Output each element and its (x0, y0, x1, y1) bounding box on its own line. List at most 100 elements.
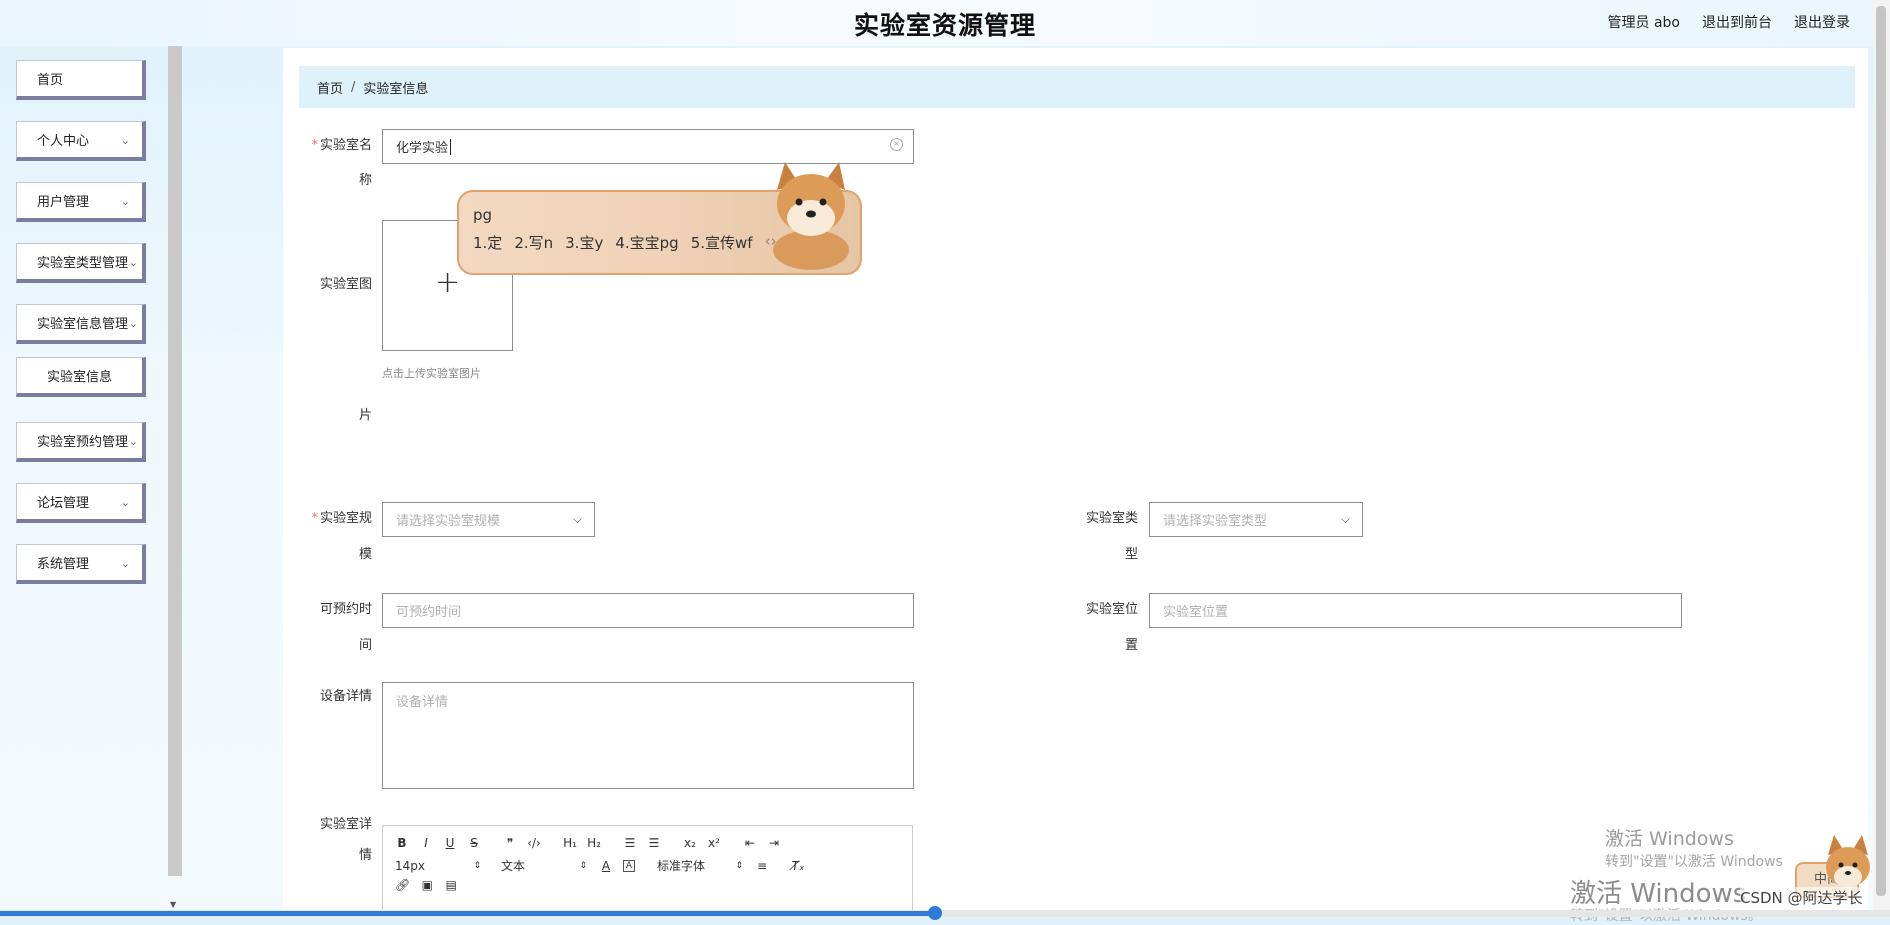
reservable-time-input[interactable]: 可预约时间 (382, 593, 914, 628)
sidebar (0, 46, 168, 917)
chevron-down-icon: ⌄ (120, 557, 130, 570)
bullet-list-icon[interactable]: ☰ (647, 836, 661, 850)
ordered-list-icon[interactable]: ☰ (623, 836, 637, 850)
ime-candidate[interactable]: 5.宣传wf (691, 232, 753, 253)
chevron-down-icon: ⌄ (120, 195, 130, 208)
plus-icon: + (435, 265, 461, 300)
align-icon[interactable]: ≡ (755, 859, 769, 873)
outdent-icon[interactable]: ⇤ (743, 836, 757, 850)
indent-icon[interactable]: ⇥ (767, 836, 781, 850)
chevron-down-icon: ⌄ (128, 256, 138, 269)
lab-name-value: 化学实验 (396, 141, 449, 156)
blockquote-icon[interactable]: ❞ (503, 836, 517, 850)
page-horizontal-scrollbar[interactable] (0, 906, 1890, 920)
code-icon[interactable]: ‹/› (527, 836, 541, 850)
sidebar-item-user-management[interactable]: 用户管理 ⌄ (16, 182, 146, 222)
font-color-icon[interactable]: A (599, 859, 613, 873)
lab-location-input[interactable]: 实验室位置 (1149, 593, 1682, 628)
equipment-details-label: 设备详情 (319, 689, 372, 704)
rich-text-editor: B I U S ❞ ‹/› H₁ H₂ ☰ ☰ x₂ x² ⇤ ⇥ 14px ⇕… (382, 825, 913, 917)
page-vertical-scrollbar[interactable] (1873, 0, 1890, 910)
sidebar-item-label: 系统管理 (37, 557, 90, 572)
sidebar-item-forum-management[interactable]: 论坛管理 ⌄ (16, 483, 146, 523)
breadcrumb-home[interactable]: 首页 (317, 78, 343, 97)
breadcrumb-current: 实验室信息 (363, 81, 429, 97)
sidebar-item-label: 首页 (37, 73, 64, 88)
clear-format-icon[interactable]: T̸ₓ (791, 859, 805, 873)
link-icon[interactable]: 🔗︎ (395, 878, 410, 892)
ime-candidate[interactable]: 2.写n (514, 232, 553, 253)
clear-icon[interactable]: × (890, 138, 903, 151)
video-icon[interactable]: ▤ (444, 878, 458, 892)
reservable-time-placeholder: 可预约时间 (396, 605, 462, 620)
lab-scale-label: * 实验室规 (311, 511, 372, 526)
ime-candidate[interactable]: 3.宝y (565, 232, 603, 253)
sidebar-scroll-down-icon[interactable]: ▼ (170, 900, 176, 909)
font-size-select[interactable]: 14px ⇕ (395, 859, 495, 873)
text-cursor (450, 138, 452, 155)
app-title: 实验室资源管理 (853, 11, 1036, 40)
upload-hint: 点击上传实验室图片 (382, 367, 481, 380)
lab-type-label-line2: 型 (1124, 547, 1138, 562)
editor-toolbar-row-1: B I U S ❞ ‹/› H₁ H₂ ☰ ☰ x₂ x² ⇤ ⇥ (395, 836, 791, 850)
italic-icon[interactable]: I (419, 836, 433, 850)
scrollbar-thumb[interactable] (1876, 6, 1886, 896)
lab-scale-select[interactable]: 请选择实验室规模 ⌵ (382, 502, 595, 537)
heading1-icon[interactable]: H₁ (563, 836, 577, 850)
sidebar-scrollbar[interactable] (168, 46, 182, 876)
ime-candidate[interactable]: 1.定 (473, 232, 502, 253)
background-color-icon[interactable]: A (623, 859, 635, 872)
sidebar-item-home[interactable]: 首页 (16, 60, 146, 100)
lab-location-label-line2: 置 (1124, 638, 1138, 653)
lab-type-placeholder: 请选择实验室类型 (1163, 514, 1268, 529)
lab-image-label: 实验室图 (319, 277, 372, 292)
sidebar-item-lab-info-management[interactable]: 实验室信息管理 ⌄ (16, 304, 146, 344)
top-links: 管理员 abo 退出到前台 退出登录 (1608, 12, 1850, 32)
chevron-down-icon: ⌄ (120, 134, 130, 147)
breadcrumb: 首页 / 实验室信息 (299, 66, 1855, 108)
select-arrows-icon: ⇕ (735, 860, 743, 871)
sidebar-item-system-management[interactable]: 系统管理 ⌄ (16, 544, 146, 584)
lab-type-select[interactable]: 请选择实验室类型 ⌵ (1149, 502, 1363, 537)
breadcrumb-separator: / (351, 79, 356, 95)
chevron-down-icon: ⌄ (120, 496, 130, 509)
activate-windows-title: 激活 Windows (1605, 828, 1734, 850)
underline-icon[interactable]: U (443, 836, 457, 850)
ime-candidate[interactable]: 4.宝宝pg (615, 232, 678, 253)
editor-toolbar-row-2: 14px ⇕ 文本 ⇕ A A 标准字体 ⇕ ≡ T̸ₓ (395, 857, 815, 874)
sidebar-item-label: 实验室类型管理 (37, 256, 129, 271)
strikethrough-icon[interactable]: S (467, 836, 481, 850)
superscript-icon[interactable]: x² (707, 836, 721, 850)
block-type-select[interactable]: 文本 ⇕ (495, 857, 599, 874)
logout-link[interactable]: 退出登录 (1794, 12, 1850, 32)
scrollbar-handle[interactable] (928, 906, 942, 920)
scrollbar-thumb[interactable] (0, 911, 937, 916)
sidebar-item-lab-reservation-management[interactable]: 实验室预约管理 ⌄ (16, 422, 146, 462)
lab-type-label: 实验室类 (1085, 511, 1138, 526)
font-family-select[interactable]: 标准字体 ⇕ (657, 857, 755, 874)
image-icon[interactable]: ▣ (420, 878, 434, 892)
equipment-details-textarea[interactable]: 设备详情 (382, 682, 914, 789)
required-asterisk: * (311, 138, 318, 153)
bold-icon[interactable]: B (395, 836, 409, 850)
sidebar-item-personal-center[interactable]: 个人中心 ⌄ (16, 121, 146, 161)
exit-to-frontend-link[interactable]: 退出到前台 (1702, 12, 1772, 32)
sidebar-item-lab-type-management[interactable]: 实验室类型管理 ⌄ (16, 243, 146, 283)
lab-location-placeholder: 实验室位置 (1163, 605, 1229, 620)
activate-windows-subtitle: 转到"设置"以激活 Windows (1605, 854, 1783, 870)
lab-scale-label-line2: 模 (358, 547, 372, 562)
reservable-time-label-line2: 间 (358, 638, 372, 653)
sidebar-subitem-lab-info[interactable]: 实验室信息 (16, 357, 146, 397)
subscript-icon[interactable]: x₂ (683, 836, 697, 850)
font-size-value: 14px (395, 858, 425, 873)
sidebar-item-label: 论坛管理 (37, 496, 90, 511)
lab-image-label-line2: 片 (358, 408, 372, 423)
chevron-down-icon: ⌄ (128, 317, 138, 330)
admin-user-label: 管理员 abo (1607, 15, 1680, 31)
shiba-dog-icon (773, 162, 849, 270)
lab-name-input[interactable]: 化学实验 × (382, 129, 914, 164)
select-arrows-icon: ⇕ (579, 860, 587, 871)
chevron-down-icon: ⌄ (128, 435, 138, 448)
heading2-icon[interactable]: H₂ (587, 836, 601, 850)
lab-name-label: * 实验室名 (311, 138, 372, 153)
